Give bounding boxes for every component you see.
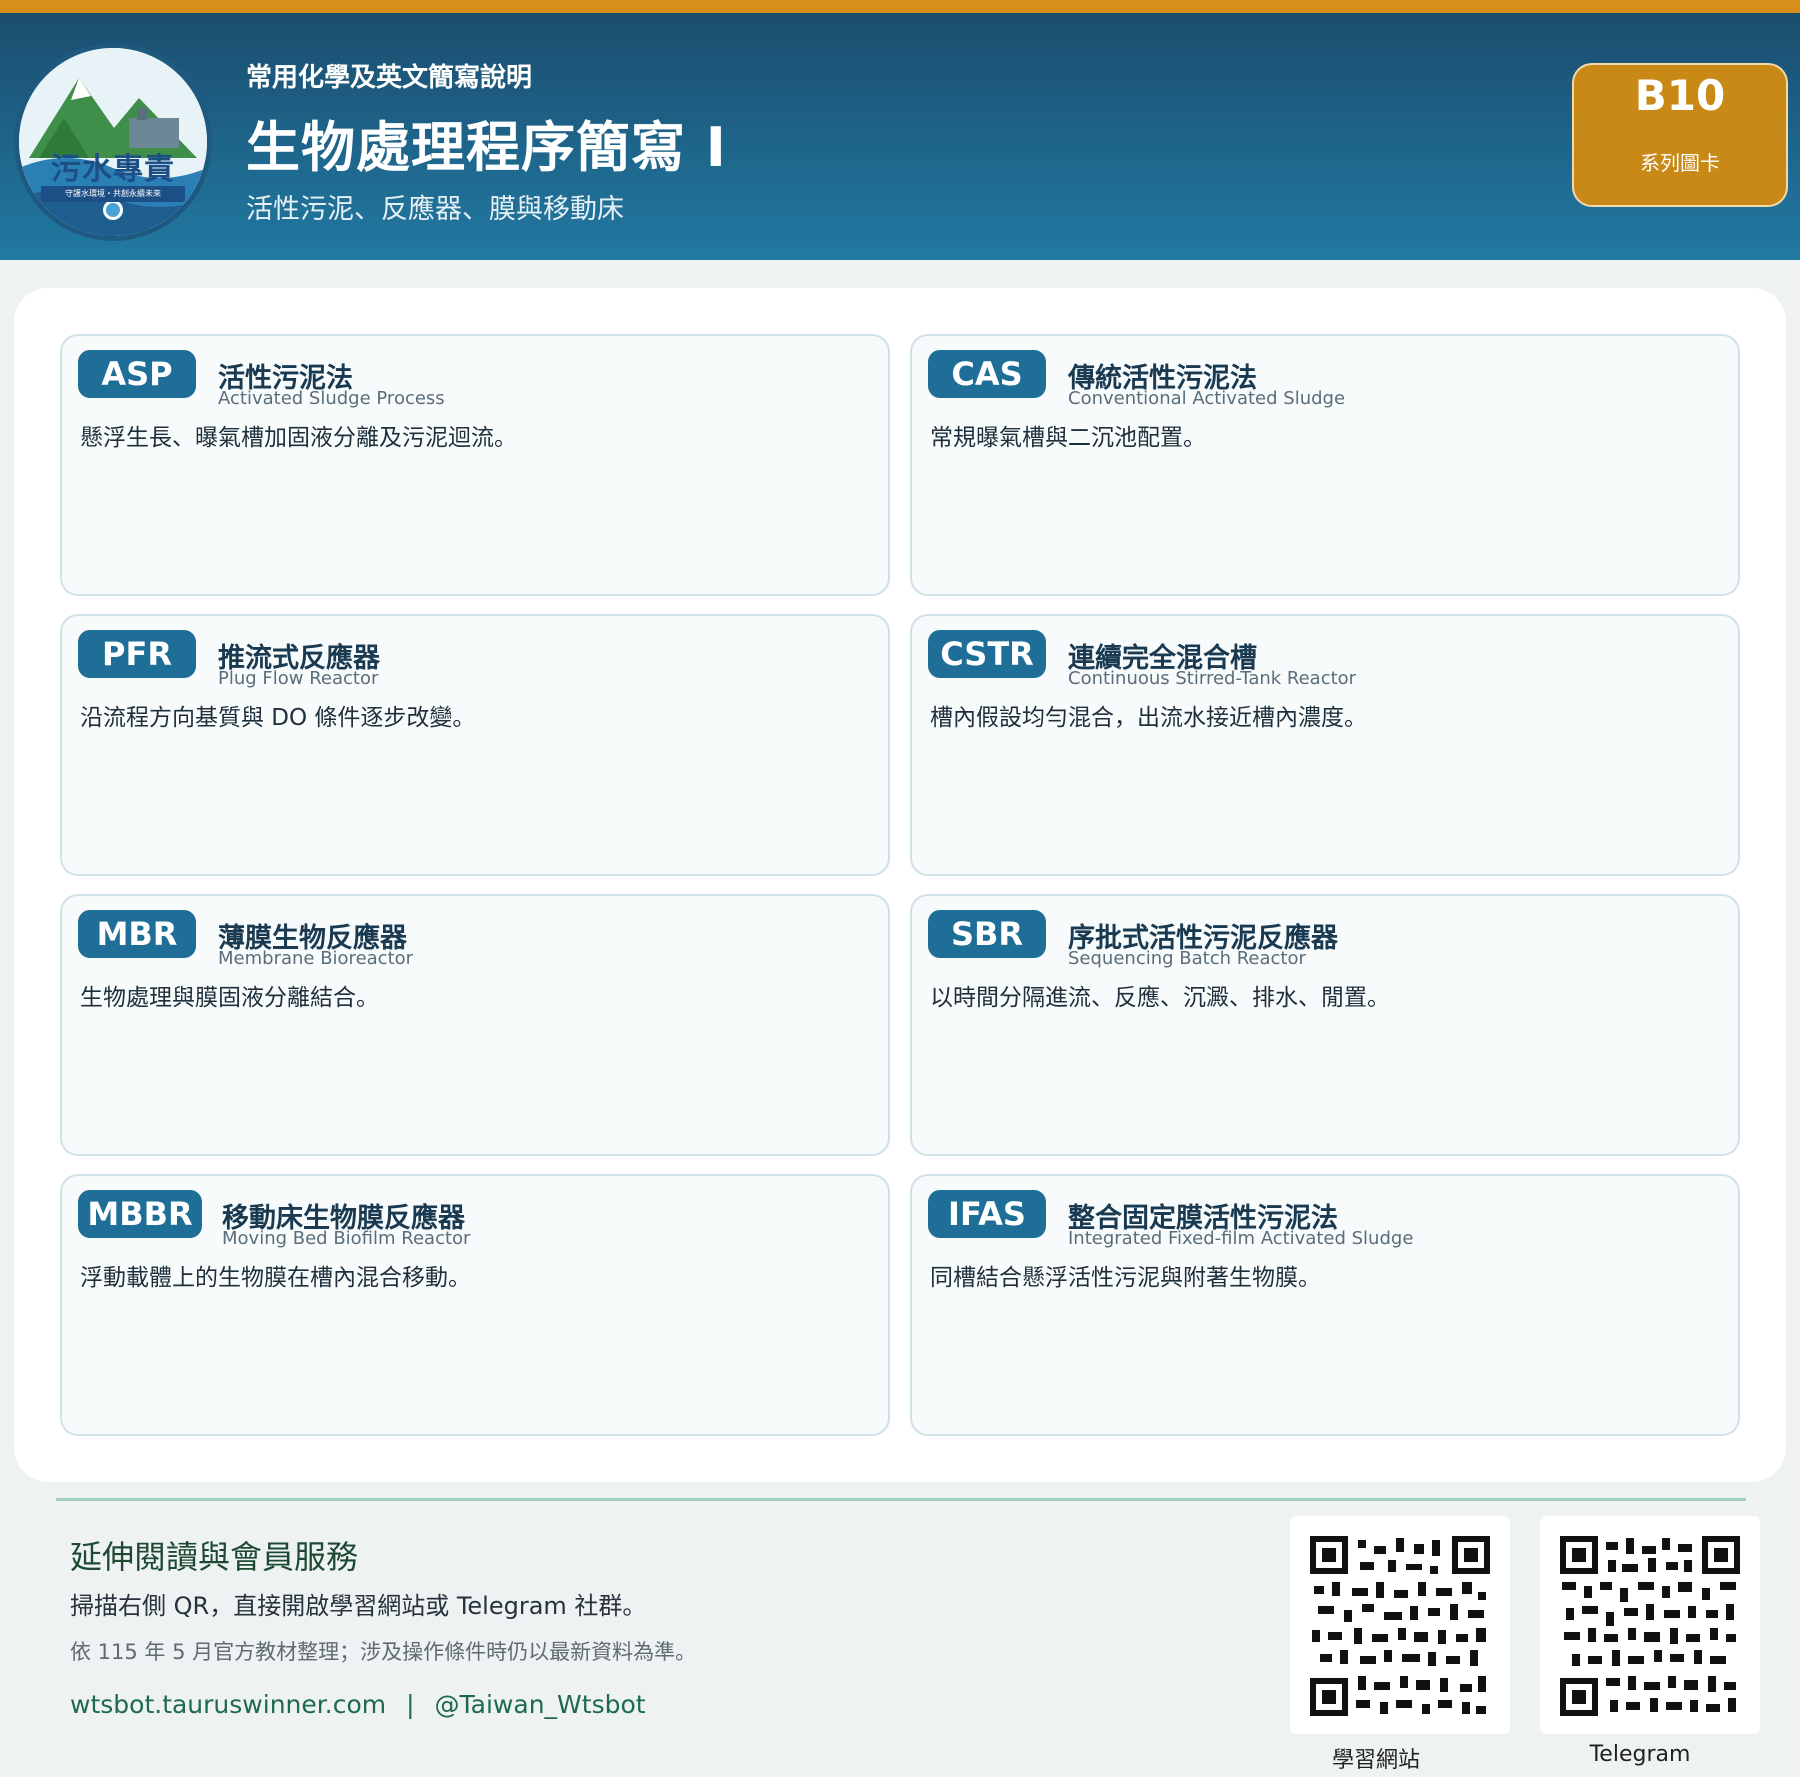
qr-code-icon [1560, 1536, 1740, 1716]
term-english: Conventional Activated Sludge [1068, 388, 1346, 409]
abbr-badge: CSTR [928, 630, 1046, 678]
card-ifas: IFAS 整合固定膜活性污泥法 Integrated Fixed-film Ac… [910, 1174, 1740, 1436]
telegram-link[interactable]: @Taiwan_Wtsbot [435, 1690, 646, 1719]
abbr-badge: CAS [928, 350, 1046, 398]
qr-code-icon [1310, 1536, 1490, 1716]
term-english: Continuous Stirred-Tank Reactor [1068, 668, 1357, 689]
term-english: Moving Bed Biofilm Reactor [222, 1228, 471, 1249]
logo-illustration-icon [19, 48, 207, 236]
telegram-qr-label: Telegram [1589, 1742, 1691, 1767]
footer-description: 掃描右側 QR，直接開啟學習網站或 Telegram 社群。 [70, 1592, 647, 1620]
series-badge: B10 系列圖卡 [1572, 63, 1788, 207]
abbr-badge: MBBR [78, 1190, 202, 1238]
logo-text: 污水專責 [51, 152, 175, 187]
term-description: 常規曝氣槽與二沉池配置。 [930, 425, 1206, 451]
abbr-badge: SBR [928, 910, 1046, 958]
page-title: 生物處理程序簡寫 I [246, 116, 727, 179]
card-sbr: SBR 序批式活性污泥反應器 Sequencing Batch Reactor … [910, 894, 1740, 1156]
abbr-badge: MBR [78, 910, 196, 958]
content-panel: ASP 活性污泥法 Activated Sludge Process 懸浮生長、… [14, 288, 1786, 1482]
term-english: Sequencing Batch Reactor [1068, 948, 1306, 969]
term-english: Activated Sludge Process [218, 388, 445, 409]
card-mbr: MBR 薄膜生物反應器 Membrane Bioreactor 生物處理與膜固液… [60, 894, 890, 1156]
term-english: Plug Flow Reactor [218, 668, 379, 689]
website-qr-label: 學習網站 [1331, 1748, 1420, 1773]
abbr-badge: PFR [78, 630, 196, 678]
series-label: 系列圖卡 [1640, 151, 1720, 175]
term-english: Integrated Fixed-film Activated Sludge [1068, 1228, 1414, 1249]
series-code: B10 [1634, 71, 1726, 120]
top-accent-bar [0, 0, 1800, 13]
footer-divider [56, 1498, 1746, 1501]
logo-tagline: 守護水環境・共創永續未來 [41, 186, 185, 202]
footer-note: 依 115 年 5 月官方教材整理；涉及操作條件時仍以最新資料為準。 [70, 1640, 697, 1664]
footer-links: wtsbot.tauruswinner.com | @Taiwan_Wtsbot [70, 1690, 646, 1719]
abbr-badge: ASP [78, 350, 196, 398]
card-cstr: CSTR 連續完全混合槽 Continuous Stirred-Tank Rea… [910, 614, 1740, 876]
term-description: 浮動載體上的生物膜在槽內混合移動。 [80, 1265, 471, 1291]
header: 污水專責 守護水環境・共創永續未來 常用化學及英文簡寫說明 生物處理程序簡寫 I… [0, 13, 1800, 260]
term-description: 懸浮生長、曝氣槽加固液分離及污泥迴流。 [80, 425, 517, 451]
term-description: 沿流程方向基質與 DO 條件逐步改變。 [80, 705, 476, 731]
logo: 污水專責 守護水環境・共創永續未來 [14, 43, 212, 241]
footer-title: 延伸閱讀與會員服務 [70, 1538, 359, 1576]
website-qr-code[interactable] [1290, 1516, 1510, 1734]
page-subtitle: 活性污泥、反應器、膜與移動床 [246, 194, 624, 225]
link-separator: | [406, 1690, 415, 1719]
telegram-qr-code[interactable] [1540, 1516, 1760, 1734]
term-english: Membrane Bioreactor [218, 948, 414, 969]
term-description: 生物處理與膜固液分離結合。 [80, 985, 379, 1011]
term-description: 槽內假設均勻混合，出流水接近槽內濃度。 [930, 705, 1367, 731]
term-description: 同槽結合懸浮活性污泥與附著生物膜。 [930, 1265, 1321, 1291]
card-cas: CAS 傳統活性污泥法 Conventional Activated Sludg… [910, 334, 1740, 596]
card-pfr: PFR 推流式反應器 Plug Flow Reactor 沿流程方向基質與 DO… [60, 614, 890, 876]
page-supertitle: 常用化學及英文簡寫說明 [246, 63, 533, 93]
card-mbbr: MBBR 移動床生物膜反應器 Moving Bed Biofilm Reacto… [60, 1174, 890, 1436]
abbr-badge: IFAS [928, 1190, 1046, 1238]
website-link[interactable]: wtsbot.tauruswinner.com [70, 1690, 386, 1719]
term-description: 以時間分隔進流、反應、沉澱、排水、閒置。 [930, 985, 1390, 1011]
card-asp: ASP 活性污泥法 Activated Sludge Process 懸浮生長、… [60, 334, 890, 596]
